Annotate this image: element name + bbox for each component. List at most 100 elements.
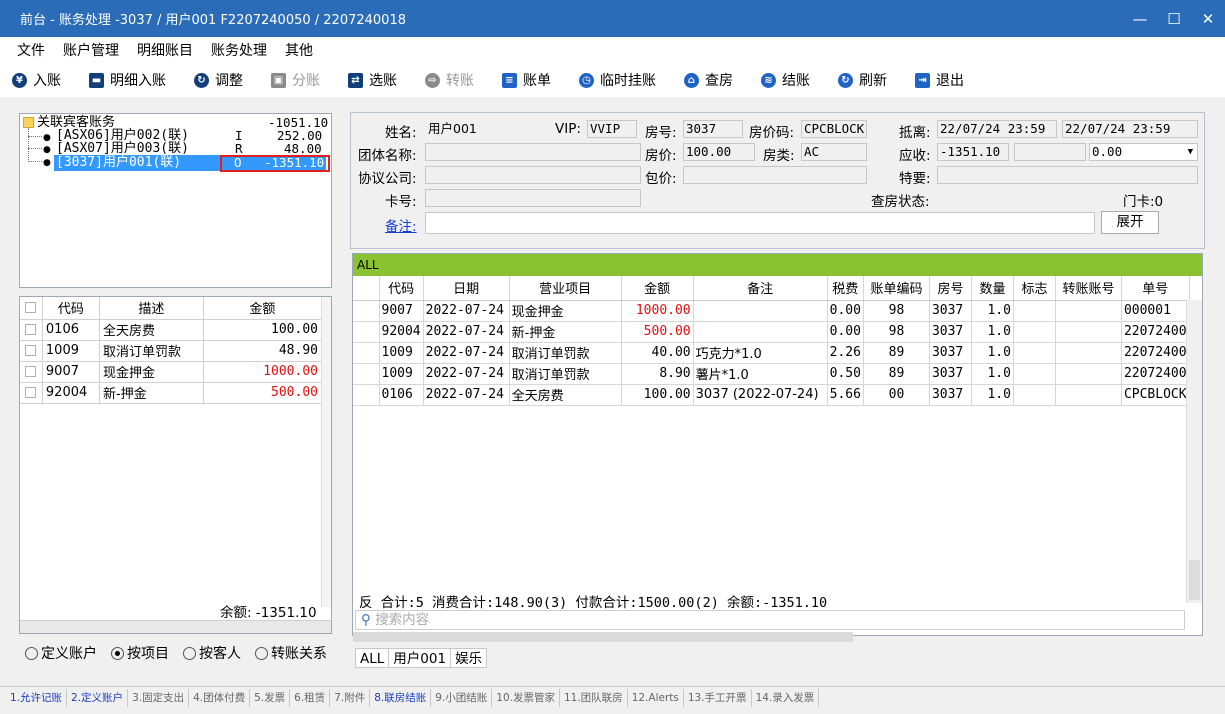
row-checkbox[interactable] xyxy=(20,319,43,341)
status-item-3[interactable]: 4.团体付费 xyxy=(189,688,251,707)
account-tree[interactable]: 关联宾客账务 -1051.10 ● [ASX06]用户002(联) I 252.… xyxy=(19,113,332,288)
maximize-button[interactable]: ☐ xyxy=(1157,0,1191,37)
room-field[interactable]: 3037 xyxy=(683,120,743,138)
remark-field[interactable] xyxy=(425,212,1095,234)
radio-option-3[interactable]: 转账关系 xyxy=(255,643,327,663)
status-item-6[interactable]: 7.附件 xyxy=(330,688,371,707)
col-header[interactable]: 日期 xyxy=(423,276,510,301)
status-item-8[interactable]: 9.小团结账 xyxy=(431,688,493,707)
status-item-0[interactable]: 1.允许记账 xyxy=(6,688,68,707)
arrive-field[interactable]: 22/07/24 23:59 xyxy=(937,120,1057,138)
table-row[interactable]: 0106 全天房费 100.00 xyxy=(20,319,323,341)
col-header[interactable]: 营业项目 xyxy=(509,276,622,301)
status-item-7[interactable]: 8.联房结账 xyxy=(370,688,432,707)
row-checkbox[interactable] xyxy=(20,361,43,383)
status-item-10[interactable]: 11.团队联房 xyxy=(560,688,628,707)
select-all-checkbox[interactable] xyxy=(20,297,43,320)
radio-option-2[interactable]: 按客人 xyxy=(183,643,241,663)
minimize-button[interactable]: — xyxy=(1123,0,1157,37)
table-row[interactable]: 0106 2022-07-24 全天房费 100.00 3037 (2022-07-24… xyxy=(353,384,1190,406)
col-amount[interactable]: 金额 xyxy=(203,297,323,320)
due-dropdown[interactable]: 0.00 ▼ xyxy=(1089,143,1198,161)
table-row[interactable]: 9007 现金押金 1000.00 xyxy=(20,361,323,383)
col-header[interactable]: 标志 xyxy=(1013,276,1056,301)
tree-item-label[interactable]: [ASX07]用户003(联) xyxy=(56,142,189,155)
vertical-scrollbar[interactable] xyxy=(321,297,331,607)
status-item-12[interactable]: 13.手工开票 xyxy=(684,688,752,707)
tab-1[interactable]: 用户001 xyxy=(388,648,452,668)
col-code[interactable]: 代码 xyxy=(42,297,100,320)
toolbar-button-9[interactable]: ≋ 结账 xyxy=(761,70,810,90)
roomtype-field[interactable]: AC xyxy=(801,143,867,161)
toolbar-button-7[interactable]: ◷ 临时挂账 xyxy=(579,70,656,90)
remark-link[interactable]: 备注: xyxy=(385,215,417,235)
row-checkbox[interactable] xyxy=(20,340,43,362)
close-button[interactable]: ✕ xyxy=(1191,0,1225,37)
col-header[interactable]: 房号 xyxy=(929,276,972,301)
col-desc[interactable]: 描述 xyxy=(99,297,204,320)
row-checkbox[interactable] xyxy=(20,382,43,404)
col-header[interactable]: 金额 xyxy=(621,276,694,301)
status-item-2[interactable]: 3.固定支出 xyxy=(128,688,190,707)
toolbar-button-5[interactable]: ⇨ 转账 xyxy=(425,70,474,90)
scroll-thumb[interactable] xyxy=(1189,560,1200,600)
status-item-5[interactable]: 6.租赁 xyxy=(290,688,331,707)
status-item-4[interactable]: 5.发票 xyxy=(250,688,291,707)
col-header[interactable]: 备注 xyxy=(693,276,828,301)
expand-button[interactable]: 展开 xyxy=(1101,211,1159,234)
cell-transfer xyxy=(1055,321,1122,343)
rate-field[interactable]: 100.00 xyxy=(683,143,755,161)
table-row[interactable]: 1009 2022-07-24 取消订单罚款 40.00 巧克力*1.0 2.26 89 30… xyxy=(353,342,1190,364)
table-row[interactable]: 9007 2022-07-24 现金押金 1000.00 0.00 98 3037 1.0 00… xyxy=(353,300,1190,322)
toolbar-button-1[interactable]: ▬ 明细入账 xyxy=(89,70,166,90)
table-row[interactable]: 92004 2022-07-24 新-押金 500.00 0.00 98 3037 1.0 22… xyxy=(353,321,1190,343)
status-item-13[interactable]: 14.录入发票 xyxy=(752,688,820,707)
col-header[interactable]: 数量 xyxy=(971,276,1014,301)
table-row[interactable]: 1009 2022-07-24 取消订单罚款 8.90 薯片*1.0 0.50 89 3037… xyxy=(353,363,1190,385)
rate-code-field[interactable]: CPCBLOCK xyxy=(801,120,867,138)
toolbar-button-11[interactable]: ⇥ 退出 xyxy=(915,70,964,90)
package-field[interactable] xyxy=(683,166,867,184)
group-field[interactable] xyxy=(425,143,641,161)
due-field[interactable]: -1351.10 xyxy=(937,143,1009,161)
toolbar-button-3[interactable]: ▣ 分账 xyxy=(271,70,320,90)
radio-option-1[interactable]: 按项目 xyxy=(111,643,169,663)
vertical-scrollbar[interactable] xyxy=(1186,300,1202,603)
horizontal-scrollbar[interactable] xyxy=(353,632,853,642)
status-item-9[interactable]: 10.发票管家 xyxy=(492,688,560,707)
toolbar-button-8[interactable]: ⌂ 查房 xyxy=(684,70,733,90)
table-row[interactable]: 92004 新-押金 500.00 xyxy=(20,382,323,404)
menu-bar: 文件 账户管理 明细账目 账务处理 其他 xyxy=(0,37,1225,63)
menu-item-1[interactable]: 账户管理 xyxy=(54,40,128,60)
radio-option-0[interactable]: 定义账户 xyxy=(25,643,97,663)
special-field[interactable] xyxy=(937,166,1198,184)
col-header[interactable]: 转账账号 xyxy=(1055,276,1122,301)
toolbar-button-0[interactable]: ¥ 入账 xyxy=(12,70,61,90)
due-extra-field[interactable] xyxy=(1014,143,1086,161)
horizontal-scrollbar[interactable] xyxy=(20,620,331,633)
table-row[interactable]: 1009 取消订单罚款 48.90 xyxy=(20,340,323,362)
card-field[interactable] xyxy=(425,189,641,207)
menu-item-3[interactable]: 账务处理 xyxy=(202,40,276,60)
tab-0[interactable]: ALL xyxy=(355,648,390,668)
col-header[interactable]: 单号 xyxy=(1121,276,1190,301)
status-item-1[interactable]: 2.定义账户 xyxy=(67,688,129,707)
status-item-11[interactable]: 12.Alerts xyxy=(628,688,684,707)
depart-field[interactable]: 22/07/24 23:59 xyxy=(1062,120,1198,138)
menu-item-4[interactable]: 其他 xyxy=(276,40,322,60)
toolbar-button-4[interactable]: ⇄ 选账 xyxy=(348,70,397,90)
company-field[interactable] xyxy=(425,166,641,184)
col-header[interactable]: 代码 xyxy=(379,276,424,301)
search-input[interactable]: ⚲ 搜索内容 xyxy=(355,610,1185,630)
toolbar-button-6[interactable]: ≡ 账单 xyxy=(502,70,551,90)
toolbar-button-2[interactable]: ↻ 调整 xyxy=(194,70,243,90)
col-header[interactable]: 账单编码 xyxy=(863,276,930,301)
menu-item-2[interactable]: 明细账目 xyxy=(128,40,202,60)
name-field[interactable]: 用户001 xyxy=(425,120,539,138)
vip-field[interactable]: VVIP xyxy=(587,120,637,138)
tree-item-label-selected[interactable]: [3037]用户001(联) xyxy=(56,156,181,169)
toolbar-button-10[interactable]: ↻ 刷新 xyxy=(838,70,887,90)
tab-2[interactable]: 娱乐 xyxy=(450,648,488,668)
col-header[interactable]: 税费 xyxy=(827,276,864,301)
menu-item-0[interactable]: 文件 xyxy=(8,40,54,60)
